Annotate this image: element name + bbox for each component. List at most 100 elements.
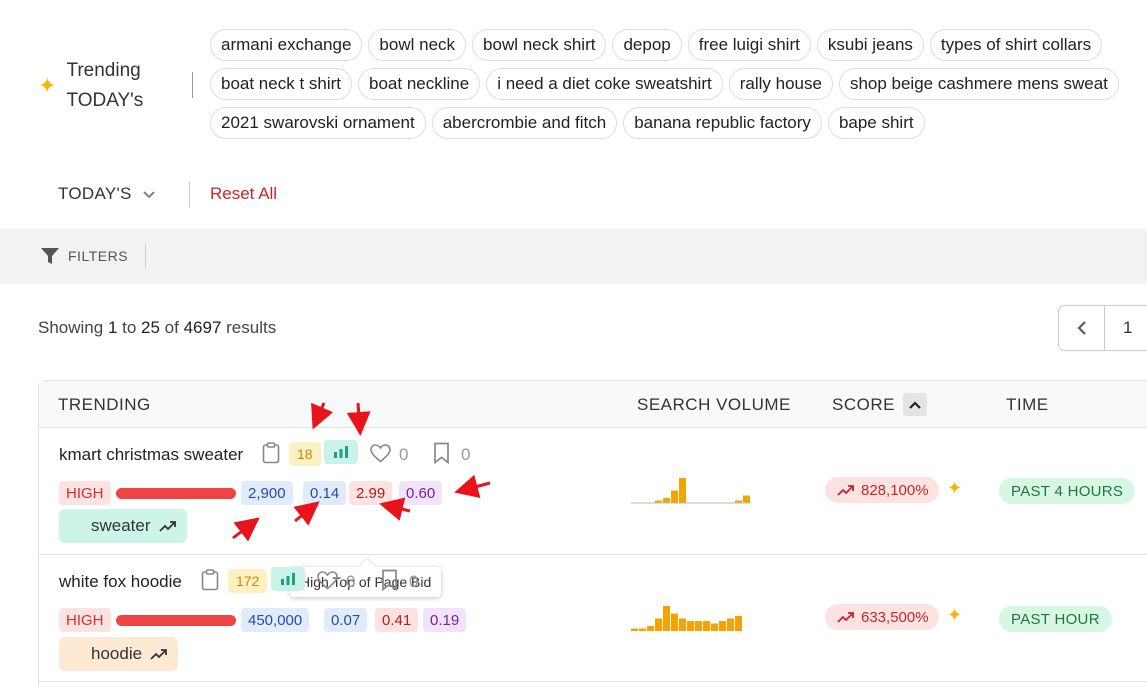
search-volume-sparkline (631, 478, 751, 504)
trending-today-header: ✦ Trending TODAY's (38, 56, 143, 116)
table-row: white fox hoodie 172 0 0 HIGH 450,000 0.… (39, 555, 1147, 682)
column-header-score[interactable]: SCORE (832, 395, 895, 415)
column-header-time[interactable]: TIME (1006, 395, 1049, 415)
heart-icon[interactable] (317, 571, 338, 590)
chip-row: boat neck t shirt boat neckline i need a… (210, 68, 1147, 100)
trending-chip[interactable]: depop (612, 29, 682, 61)
category-tag[interactable]: hoodie (59, 637, 179, 671)
sparkline-bar (671, 490, 678, 503)
competition-badge: HIGH (59, 608, 111, 632)
sparkline-bar (663, 498, 670, 503)
period-dropdown[interactable]: TODAY'S (58, 184, 156, 204)
trending-chip[interactable]: boat neckline (358, 68, 481, 100)
extra-metric-badge: 0.60 (399, 481, 443, 505)
sparkline-bar (679, 478, 686, 503)
trending-up-icon (150, 649, 167, 660)
high-bid-badge[interactable]: 2.99 (349, 481, 393, 505)
chip-row: 2021 swarovski ornament abercrombie and … (210, 107, 1147, 139)
trending-chip[interactable]: abercrombie and fitch (431, 107, 618, 139)
sparkline-bar (655, 618, 662, 631)
results-suffix: results (221, 318, 277, 337)
trending-chip[interactable]: bowl neck (368, 29, 467, 61)
results-mid: to (117, 318, 142, 337)
saves-count: 0 (409, 572, 419, 591)
trending-chip[interactable]: armani exchange (210, 29, 363, 61)
sparkline-bar (663, 606, 670, 631)
reset-all-button[interactable]: Reset All (210, 184, 277, 204)
filters-button[interactable]: FILTERS (40, 246, 128, 266)
trending-chip[interactable]: i need a diet coke sweatshirt (486, 68, 723, 100)
bookmark-icon[interactable] (381, 569, 398, 591)
trending-chip[interactable]: free luigi shirt (687, 29, 811, 61)
chevron-left-icon (1077, 321, 1086, 335)
divider (192, 72, 193, 98)
category-tag[interactable]: sweater (59, 509, 187, 543)
divider (189, 182, 190, 208)
score-badge: 633,500% (825, 604, 939, 630)
category-tag-label: sweater (91, 516, 151, 535)
results-count: Showing 1 to 25 of 4697 results (38, 318, 276, 338)
sparkline-bar (631, 628, 638, 631)
rank-badge: 18 (289, 442, 321, 466)
sort-ascending-button[interactable] (903, 393, 927, 416)
column-header-trending: TRENDING (58, 395, 151, 414)
trending-chip[interactable]: bape shirt (827, 107, 925, 139)
search-volume-sparkline (631, 606, 742, 631)
competition-badge: HIGH (59, 481, 111, 505)
sparkline-bar (719, 621, 726, 631)
rank-badge: 172 (228, 569, 268, 593)
low-bid-badge: 0.14 (303, 481, 347, 505)
sparkline-bar (743, 495, 750, 503)
score-value: 633,500% (861, 608, 929, 626)
column-header-search-volume[interactable]: SEARCH VOLUME (637, 395, 791, 415)
extra-metric-badge: 0.19 (423, 608, 467, 632)
bar-chart-icon[interactable] (324, 440, 358, 464)
trending-chip[interactable]: types of shirt collars (929, 29, 1103, 61)
trending-chip[interactable]: rally house (728, 68, 833, 100)
sparkline-bar (711, 623, 718, 631)
period-dropdown-label: TODAY'S (58, 184, 132, 203)
trending-chip[interactable]: shop beige cashmere mens sweat (838, 68, 1119, 100)
bookmark-icon[interactable] (433, 442, 450, 464)
high-bid-badge[interactable]: 0.41 (375, 608, 419, 632)
trending-up-icon (837, 612, 854, 623)
score-badge: 828,100% (825, 477, 939, 503)
results-to: 25 (141, 318, 160, 337)
sparkle-icon: ✦ (947, 605, 963, 625)
trending-table: TRENDING SEARCH VOLUME SCORE TIME kmart … (38, 380, 1147, 687)
likes-count: 0 (399, 445, 409, 464)
keyword-link[interactable]: white fox hoodie (59, 572, 182, 592)
sparkle-icon: ✦ (38, 73, 57, 98)
page-number-button[interactable]: 1 (1105, 306, 1147, 350)
trending-up-icon (158, 521, 176, 532)
sparkline-bar (647, 626, 654, 631)
search-volume-badge: 2,900 (241, 481, 293, 505)
likes-count: 0 (346, 572, 356, 591)
bar-chart-icon[interactable] (271, 567, 305, 591)
clipboard-icon[interactable] (262, 442, 280, 464)
prev-page-button[interactable] (1059, 306, 1105, 350)
competition-bar (116, 615, 236, 626)
low-bid-badge: 0.07 (324, 608, 368, 632)
sparkline-bar (695, 621, 702, 631)
trending-chip[interactable]: 2021 swarovski ornament (210, 107, 426, 139)
pagination: 1 (1058, 305, 1147, 351)
results-prefix: Showing (38, 318, 108, 337)
trending-up-icon (837, 485, 854, 496)
trending-chip[interactable]: bowl neck shirt (472, 29, 607, 61)
filters-label: FILTERS (68, 248, 129, 264)
trending-chip[interactable]: ksubi jeans (816, 29, 924, 61)
keyword-link[interactable]: kmart christmas sweater (59, 445, 243, 465)
results-total: 4697 (183, 318, 222, 337)
trending-chip[interactable]: banana republic factory (623, 107, 822, 139)
search-volume-badge: 450,000 (241, 608, 310, 632)
clipboard-icon[interactable] (201, 569, 219, 591)
category-tag-label: hoodie (91, 644, 143, 663)
trending-chip[interactable]: boat neck t shirt (210, 68, 353, 100)
time-badge: PAST HOUR (999, 606, 1112, 632)
table-row: kmart christmas sweater 18 0 0 HIGH 2,90… (39, 428, 1147, 597)
filters-bar: FILTERS (0, 229, 1147, 284)
heart-icon[interactable] (370, 444, 391, 463)
divider (145, 244, 146, 268)
sparkline-bar (687, 621, 694, 631)
